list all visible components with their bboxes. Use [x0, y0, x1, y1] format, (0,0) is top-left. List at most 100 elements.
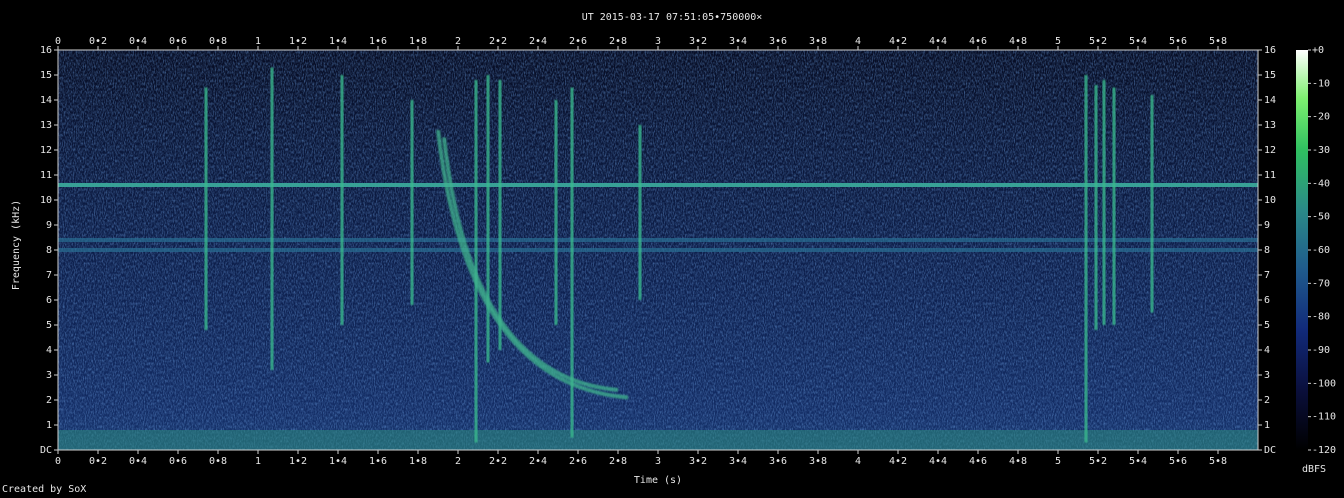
x-tick-label-bottom: 1: [255, 456, 261, 467]
y-tick-label-right: 3: [1264, 370, 1270, 381]
vertical-impulse: [1150, 95, 1154, 313]
y-tick-label-right: 10: [1264, 195, 1276, 206]
y-tick-label-right: 6: [1264, 295, 1270, 306]
colorbar-tick-label: -70: [1312, 278, 1330, 289]
y-tick-label-left: 8: [46, 245, 52, 256]
x-tick-label-top: 0•8: [209, 36, 227, 47]
y-tick-label-left: 5: [46, 320, 52, 331]
vertical-impulse: [554, 100, 558, 325]
y-tick-label-right: 16: [1264, 45, 1276, 56]
x-tick-label-top: 2: [455, 36, 461, 47]
y-tick-label-right: 4: [1264, 345, 1270, 356]
vertical-impulse: [340, 75, 344, 325]
x-tick-label-top: 0: [55, 36, 61, 47]
y-tick-label-right: 14: [1264, 95, 1276, 106]
colorbar-tick-label: -80: [1312, 312, 1330, 323]
x-tick-label-top: 5•8: [1209, 36, 1227, 47]
horizontal-line: [58, 238, 1258, 242]
y-tick-label-left: 13: [40, 120, 52, 131]
x-tick-label-bottom: 5: [1055, 456, 1061, 467]
x-tick-label-top: 3•8: [809, 36, 827, 47]
y-tick-label-right: 11: [1264, 170, 1276, 181]
y-tick-label-left: 11: [40, 170, 52, 181]
x-tick-label-top: 1•8: [409, 36, 427, 47]
colorbar-tick-label: -90: [1312, 345, 1330, 356]
colorbar-tick-label: -120: [1312, 445, 1336, 456]
low-frequency-band: [58, 430, 1258, 450]
vertical-impulse: [410, 100, 414, 305]
x-tick-label-bottom: 0•8: [209, 456, 227, 467]
x-tick-label-top: 2•2: [489, 36, 507, 47]
colorbar-label: dBFS: [1302, 464, 1326, 475]
colorbar-gradient: [1296, 50, 1308, 450]
x-tick-label-bottom: 3•8: [809, 456, 827, 467]
x-tick-label-top: 1•6: [369, 36, 387, 47]
x-tick-label-top: 3: [655, 36, 661, 47]
y-tick-label-left: 4: [46, 345, 52, 356]
x-tick-label-bottom: 2•4: [529, 456, 547, 467]
y-tick-label-left: 7: [46, 270, 52, 281]
y-tick-label-right: 12: [1264, 145, 1276, 156]
x-tick-label-bottom: 4•6: [969, 456, 987, 467]
x-tick-label-bottom: 1•2: [289, 456, 307, 467]
spectrogram-chart: 000•20•20•40•40•60•60•80•8111•21•21•41•4…: [11, 12, 1336, 486]
horizontal-line: [58, 248, 1258, 252]
x-tick-label-top: 0•2: [89, 36, 107, 47]
y-tick-label-right: DC: [1264, 445, 1276, 456]
x-tick-label-bottom: 2•6: [569, 456, 587, 467]
x-tick-label-bottom: 5•8: [1209, 456, 1227, 467]
chart-title: UT 2015-03-17 07:51:05•750000×: [582, 12, 763, 23]
x-tick-label-bottom: 0•4: [129, 456, 147, 467]
x-tick-label-bottom: 1•8: [409, 456, 427, 467]
x-tick-label-top: 1: [255, 36, 261, 47]
colorbar-tick-label: -50: [1312, 212, 1330, 223]
vertical-impulse: [1102, 80, 1106, 325]
x-tick-label-bottom: 2•2: [489, 456, 507, 467]
y-tick-label-left: 15: [40, 70, 52, 81]
x-tick-label-top: 1•2: [289, 36, 307, 47]
x-tick-label-bottom: 5•2: [1089, 456, 1107, 467]
x-tick-label-top: 4•6: [969, 36, 987, 47]
x-tick-label-top: 4•2: [889, 36, 907, 47]
y-tick-label-right: 9: [1264, 220, 1270, 231]
horizontal-line: [58, 183, 1258, 187]
y-tick-label-right: 8: [1264, 245, 1270, 256]
y-tick-label-right: 13: [1264, 120, 1276, 131]
vertical-impulse: [486, 75, 490, 363]
vertical-impulse: [270, 67, 274, 370]
x-tick-label-bottom: 4•2: [889, 456, 907, 467]
y-tick-label-left: 3: [46, 370, 52, 381]
vertical-impulse: [204, 87, 208, 330]
x-tick-label-top: 0•6: [169, 36, 187, 47]
x-tick-label-top: 0•4: [129, 36, 147, 47]
x-tick-label-bottom: 2: [455, 456, 461, 467]
x-tick-label-top: 5: [1055, 36, 1061, 47]
y-tick-label-left: DC: [40, 445, 52, 456]
x-tick-label-bottom: 3: [655, 456, 661, 467]
vertical-impulse: [1094, 85, 1098, 330]
colorbar-tick-label: -40: [1312, 178, 1330, 189]
colorbar-tick-label: -60: [1312, 245, 1330, 256]
y-tick-label-right: 5: [1264, 320, 1270, 331]
x-tick-label-bottom: 5•4: [1129, 456, 1147, 467]
credit-text: Created by SoX: [2, 484, 87, 495]
x-tick-label-bottom: 0•6: [169, 456, 187, 467]
x-axis-label: Time (s): [634, 475, 682, 486]
colorbar-tick-label: -10: [1312, 78, 1330, 89]
y-tick-label-left: 16: [40, 45, 52, 56]
colorbar-tick-label: -30: [1312, 145, 1330, 156]
y-tick-label-left: 12: [40, 145, 52, 156]
x-tick-label-bottom: 1•4: [329, 456, 347, 467]
x-tick-label-top: 2•8: [609, 36, 627, 47]
colorbar-tick-label: +0: [1312, 45, 1324, 56]
y-tick-label-right: 2: [1264, 395, 1270, 406]
x-tick-label-top: 3•4: [729, 36, 747, 47]
y-tick-label-left: 2: [46, 395, 52, 406]
x-tick-label-top: 3•2: [689, 36, 707, 47]
vertical-impulse: [474, 80, 478, 443]
x-tick-label-bottom: 3•4: [729, 456, 747, 467]
y-tick-label-right: 1: [1264, 420, 1270, 431]
x-tick-label-top: 5•2: [1089, 36, 1107, 47]
x-tick-label-bottom: 5•6: [1169, 456, 1187, 467]
x-tick-label-bottom: 1•6: [369, 456, 387, 467]
